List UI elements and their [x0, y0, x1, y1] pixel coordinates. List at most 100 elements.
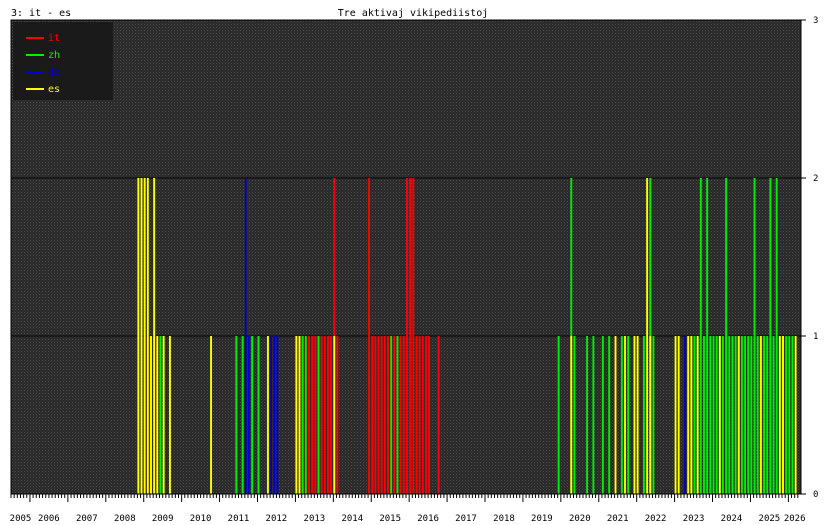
- legend-label-it: it: [48, 33, 60, 44]
- bar-zh: [740, 336, 743, 494]
- bar-zh: [643, 336, 645, 494]
- bar-it: [323, 336, 326, 494]
- bar-de: [244, 178, 247, 494]
- bar-zh: [756, 336, 759, 494]
- y-tick-label: 1: [813, 332, 818, 342]
- bar-it: [380, 336, 383, 494]
- bar-it: [406, 178, 408, 494]
- bar-es: [778, 336, 781, 494]
- y-tick-label: 3: [813, 16, 818, 26]
- legend-label-zh: zh: [48, 50, 60, 61]
- x-year-label: 2011: [228, 514, 250, 524]
- x-year-label: 2017: [455, 514, 477, 524]
- bar-zh: [763, 336, 765, 494]
- bar-es: [137, 178, 140, 494]
- bar-zh: [731, 336, 734, 494]
- bar-es: [153, 178, 156, 494]
- bar-zh: [317, 336, 320, 494]
- bar-zh: [712, 336, 715, 494]
- bar-zh: [772, 336, 775, 494]
- y-tick-label: 2: [813, 174, 818, 184]
- x-year-label: 2006: [38, 514, 60, 524]
- bar-it: [415, 336, 418, 494]
- bar-zh: [592, 336, 595, 494]
- bar-it: [393, 336, 396, 494]
- bar-zh: [608, 336, 611, 494]
- bar-zh: [573, 336, 576, 494]
- bar-it: [327, 336, 329, 494]
- bar-zh: [725, 178, 728, 494]
- bar-es: [677, 336, 680, 494]
- bar-zh: [775, 178, 778, 494]
- chart-title: Tre aktivaj vikipediistoj: [338, 8, 489, 19]
- bar-zh: [257, 336, 260, 494]
- bar-it: [311, 336, 314, 494]
- bar-es: [298, 336, 301, 494]
- bar-es: [794, 336, 797, 494]
- bar-es: [140, 178, 143, 494]
- bar-de: [276, 336, 279, 494]
- x-year-label: 2012: [266, 514, 288, 524]
- bar-zh: [722, 336, 724, 494]
- bar-es: [333, 336, 336, 494]
- bar-it: [383, 336, 386, 494]
- bar-zh: [652, 336, 655, 494]
- bar-it: [374, 336, 377, 494]
- bar-es: [614, 336, 617, 494]
- bar-zh: [747, 336, 750, 494]
- legend-label-de: de: [48, 67, 60, 78]
- bar-es: [646, 178, 649, 494]
- bar-zh: [586, 336, 589, 494]
- bar-zh: [766, 336, 769, 494]
- bar-zh: [301, 336, 304, 494]
- bar-it: [428, 336, 431, 494]
- bar-it: [314, 336, 317, 494]
- bar-it: [308, 336, 310, 494]
- bar-zh: [750, 336, 753, 494]
- bar-it: [412, 178, 415, 494]
- bar-zh: [241, 336, 244, 494]
- bar-zh: [390, 336, 393, 494]
- bar-it: [399, 336, 402, 494]
- x-year-label: 2005: [10, 514, 32, 524]
- bar-es: [295, 336, 298, 494]
- bar-es: [649, 336, 652, 494]
- x-year-label: 2018: [493, 514, 515, 524]
- bar-es: [718, 336, 721, 494]
- bar-zh: [601, 336, 604, 494]
- x-year-label: 2026: [784, 514, 806, 524]
- bar-zh: [769, 178, 772, 494]
- bar-zh: [693, 336, 696, 494]
- bar-zh: [396, 336, 399, 494]
- x-year-label: 2015: [379, 514, 401, 524]
- bar-es: [210, 336, 212, 494]
- bar-es: [624, 336, 626, 494]
- bar-it: [387, 336, 389, 494]
- bar-es: [633, 336, 636, 494]
- bar-es: [143, 178, 146, 494]
- x-year-label: 2010: [190, 514, 212, 524]
- bar-zh: [788, 336, 791, 494]
- bar-de: [270, 336, 273, 494]
- bar-zh: [251, 336, 254, 494]
- bar-es: [162, 336, 165, 494]
- bar-zh: [728, 336, 731, 494]
- bar-es: [674, 336, 677, 494]
- bar-de: [273, 336, 276, 494]
- bar-zh: [706, 178, 709, 494]
- bar-es: [156, 336, 159, 494]
- bar-es: [690, 336, 693, 494]
- bar-zh: [709, 336, 712, 494]
- x-year-label: 2023: [683, 514, 705, 524]
- x-year-label: 2009: [152, 514, 174, 524]
- bar-it: [409, 178, 412, 494]
- bar-es: [687, 336, 690, 494]
- bar-zh: [734, 336, 737, 494]
- bar-es: [146, 178, 149, 494]
- bar-zh: [753, 178, 756, 494]
- x-year-label: 2014: [341, 514, 363, 524]
- bar-es: [759, 336, 762, 494]
- bar-it: [421, 336, 424, 494]
- bar-es: [150, 336, 152, 494]
- bar-de: [684, 336, 686, 494]
